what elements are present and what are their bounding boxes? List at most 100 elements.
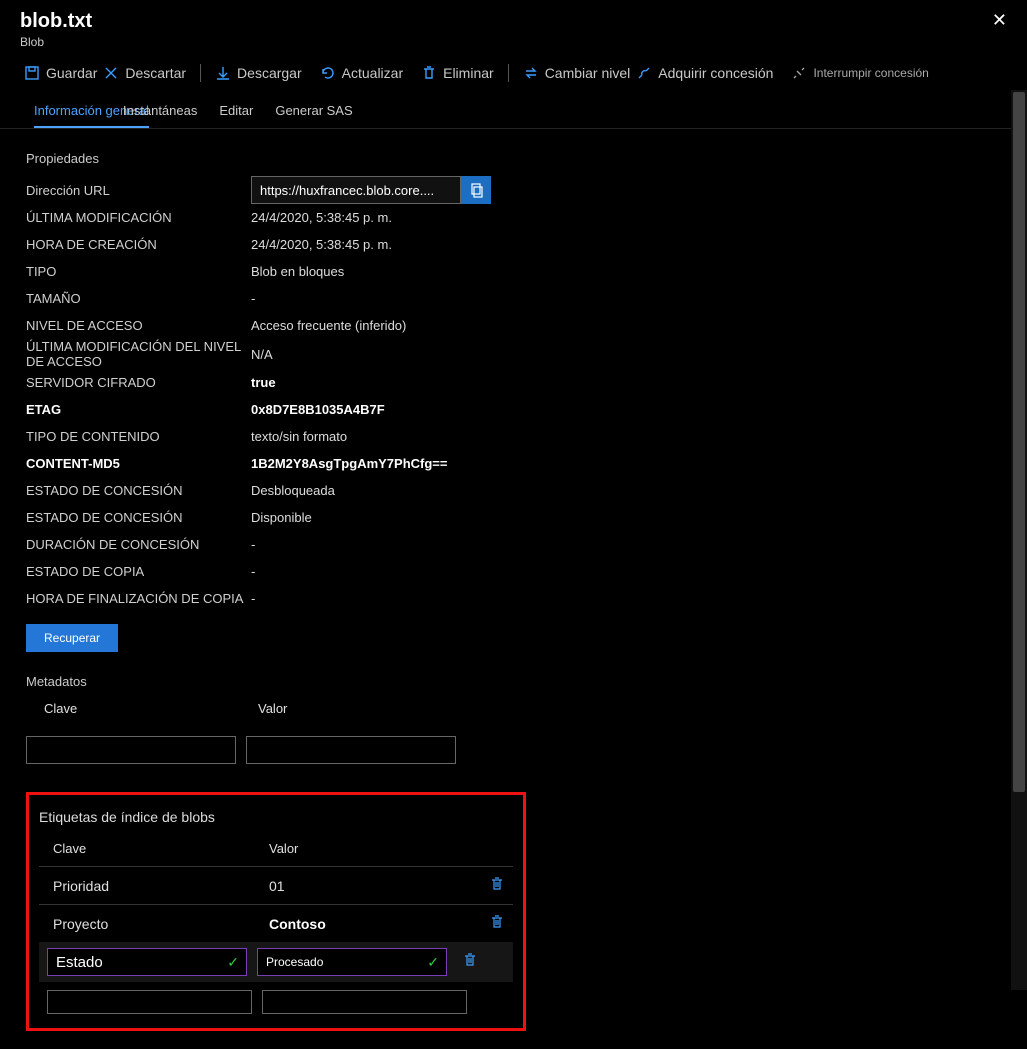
discard-icon xyxy=(103,65,119,81)
metadata-heading: Metadatos xyxy=(26,674,1001,689)
tab-snapshots[interactable]: Instantáneas xyxy=(123,95,197,128)
content-area: Propiedades Dirección URL ÚLTIMA MODIFIC… xyxy=(0,129,1027,1049)
property-row: DURACIÓN DE CONCESIÓN- xyxy=(26,531,1001,558)
property-row: ESTADO DE CONCESIÓNDesbloqueada xyxy=(26,477,1001,504)
property-label: NIVEL DE ACCESO xyxy=(26,318,251,333)
property-value: 24/4/2020, 5:38:45 p. m. xyxy=(251,210,392,225)
break-lease-button[interactable]: Interrumpir concesión xyxy=(783,61,936,85)
property-row: NIVEL DE ACCESOAcceso frecuente (inferid… xyxy=(26,312,1001,339)
trash-icon xyxy=(489,876,505,892)
url-input[interactable] xyxy=(251,176,461,204)
property-value: Disponible xyxy=(251,510,312,525)
delete-tag-button[interactable] xyxy=(457,952,483,973)
property-label: ÚLTIMA MODIFICACIÓN xyxy=(26,210,251,225)
new-tag-value-input[interactable] xyxy=(262,990,467,1014)
delete-button[interactable]: Eliminar xyxy=(413,61,502,85)
download-icon xyxy=(215,65,231,81)
page-title: blob.txt xyxy=(20,10,92,33)
page-subtitle: Blob xyxy=(20,35,92,49)
delete-tag-button[interactable] xyxy=(481,914,513,933)
tag-edit-row: ✓ ✓ xyxy=(39,942,513,982)
property-label: ETAG xyxy=(26,402,251,417)
property-label: ESTADO DE CONCESIÓN xyxy=(26,510,251,525)
metadata-value-header: Valor xyxy=(258,701,287,716)
tag-key-input[interactable] xyxy=(47,948,247,976)
download-button[interactable]: Descargar xyxy=(207,61,310,85)
recover-button[interactable]: Recuperar xyxy=(26,624,118,652)
property-row: ETAG0x8D7E8B1035A4B7F xyxy=(26,396,1001,423)
separator xyxy=(508,64,509,82)
property-row: CONTENT-MD51B2M2Y8AsgTpgAmY7PhCfg== xyxy=(26,450,1001,477)
property-label: TAMAÑO xyxy=(26,291,251,306)
property-value: - xyxy=(251,537,255,552)
metadata-key-header: Clave xyxy=(26,701,258,716)
new-tag-key-input[interactable] xyxy=(47,990,252,1014)
refresh-icon xyxy=(320,65,336,81)
tab-generate-sas[interactable]: Generar SAS xyxy=(275,95,352,128)
property-value: Blob en bloques xyxy=(251,264,344,279)
discard-button[interactable]: Descartar xyxy=(95,61,194,85)
trash-icon xyxy=(462,952,478,968)
property-label: ESTADO DE CONCESIÓN xyxy=(26,483,251,498)
trash-icon xyxy=(489,914,505,930)
tag-key: Prioridad xyxy=(39,878,269,894)
break-link-icon xyxy=(791,65,807,81)
metadata-value-input[interactable] xyxy=(246,736,456,764)
swap-icon xyxy=(523,65,539,81)
check-icon: ✓ xyxy=(427,954,439,971)
tab-edit[interactable]: Editar xyxy=(219,95,253,128)
property-label: HORA DE CREACIÓN xyxy=(26,237,251,252)
tag-value-input[interactable] xyxy=(257,948,447,976)
property-row: HORA DE FINALIZACIÓN DE COPIA- xyxy=(26,585,1001,612)
panel-header: blob.txt Blob ✕ xyxy=(0,0,1027,55)
property-value: 0x8D7E8B1035A4B7F xyxy=(251,402,385,417)
tag-value: 01 xyxy=(269,878,481,894)
copy-button[interactable] xyxy=(461,176,491,204)
tag-row: Prioridad01 xyxy=(39,866,513,904)
separator xyxy=(200,64,201,82)
property-value: N/A xyxy=(251,347,273,362)
tag-key: Proyecto xyxy=(39,916,269,932)
property-label: TIPO xyxy=(26,264,251,279)
refresh-button[interactable]: Actualizar xyxy=(312,61,411,85)
property-row: TAMAÑO- xyxy=(26,285,1001,312)
save-button[interactable]: Guardar xyxy=(16,61,105,85)
scrollbar-thumb[interactable] xyxy=(1013,92,1025,792)
tags-key-header: Clave xyxy=(39,841,269,856)
property-label: DURACIÓN DE CONCESIÓN xyxy=(26,537,251,552)
trash-icon xyxy=(421,65,437,81)
property-value: texto/sin formato xyxy=(251,429,347,444)
property-label: TIPO DE CONTENIDO xyxy=(26,429,251,444)
check-icon: ✓ xyxy=(227,954,239,971)
acquire-lease-button[interactable]: Adquirir concesión xyxy=(628,61,781,85)
tags-value-header: Valor xyxy=(269,841,298,856)
property-row: ÚLTIMA MODIFICACIÓN DEL NIVEL DE ACCESON… xyxy=(26,339,1001,369)
save-icon xyxy=(24,65,40,81)
property-label: CONTENT-MD5 xyxy=(26,456,251,471)
property-row: ESTADO DE COPIA- xyxy=(26,558,1001,585)
change-tier-button[interactable]: Cambiar nivel xyxy=(515,61,639,85)
property-row: HORA DE CREACIÓN24/4/2020, 5:38:45 p. m. xyxy=(26,231,1001,258)
tabs: Información general Instantáneas Editar … xyxy=(0,91,1027,129)
property-label: ESTADO DE COPIA xyxy=(26,564,251,579)
properties-heading: Propiedades xyxy=(26,151,1001,166)
tags-columns: Clave Valor xyxy=(39,841,513,856)
property-value: Desbloqueada xyxy=(251,483,335,498)
property-label: ÚLTIMA MODIFICACIÓN DEL NIVEL DE ACCESO xyxy=(26,339,251,369)
property-value: 24/4/2020, 5:38:45 p. m. xyxy=(251,237,392,252)
property-value: true xyxy=(251,375,276,390)
blob-index-tags-section: Etiquetas de índice de blobs Clave Valor… xyxy=(26,792,526,1031)
property-row-url: Dirección URL xyxy=(26,176,1001,204)
property-value: - xyxy=(251,591,255,606)
metadata-key-input[interactable] xyxy=(26,736,236,764)
property-value: - xyxy=(251,564,255,579)
delete-tag-button[interactable] xyxy=(481,876,513,895)
property-value: - xyxy=(251,291,255,306)
metadata-columns: Clave Valor xyxy=(26,701,1001,716)
close-icon[interactable]: ✕ xyxy=(992,10,1007,31)
property-row: TIPOBlob en bloques xyxy=(26,258,1001,285)
property-row: SERVIDOR CIFRADOtrue xyxy=(26,369,1001,396)
property-value: 1B2M2Y8AsgTpgAmY7PhCfg== xyxy=(251,456,448,471)
copy-icon xyxy=(469,183,484,198)
property-row: TIPO DE CONTENIDOtexto/sin formato xyxy=(26,423,1001,450)
